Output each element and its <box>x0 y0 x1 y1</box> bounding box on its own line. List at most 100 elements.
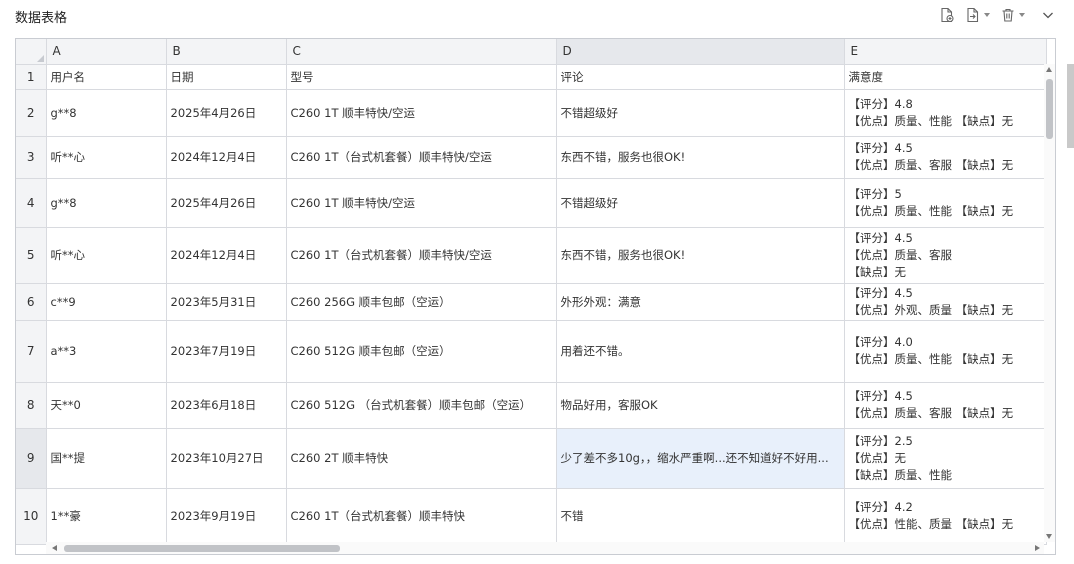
cell[interactable]: C260 1T（台式机套餐）顺丰特快/空运 <box>286 227 557 284</box>
row-header[interactable]: 10 <box>16 488 47 545</box>
cell[interactable]: 满意度 <box>844 64 1047 90</box>
cell[interactable]: 2023年5月31日 <box>166 283 287 321</box>
rating-line: 【评分】5 <box>848 186 902 201</box>
column-header[interactable]: E <box>844 39 1047 65</box>
table-row: 6 c**9 2023年5月31日 C260 256G 顺丰包邮（空运） 外形外… <box>16 283 1047 321</box>
row-header[interactable]: 4 <box>16 178 47 228</box>
satisfaction-cell[interactable]: 【评分】5 【优点】质量、性能 【缺点】无 <box>844 178 1047 228</box>
scroll-down-arrow-icon[interactable] <box>1046 534 1052 539</box>
delete-dropdown-caret-icon[interactable] <box>1019 13 1025 17</box>
horizontal-scroll-thumb[interactable] <box>64 545 340 552</box>
cell[interactable]: C260 1T 顺丰特快/空运 <box>286 89 557 137</box>
satisfaction-cell[interactable]: 【评分】4.2 【优点】性能、质量 【缺点】无 <box>844 488 1047 545</box>
satisfaction-cell[interactable]: 【评分】4.0 【优点】质量、性能 【缺点】无 <box>844 320 1047 383</box>
table-row: 2 g**8 2025年4月26日 C260 1T 顺丰特快/空运 不错超级好 … <box>16 89 1047 137</box>
table-row: 10 1**豪 2023年9月19日 C260 1T（台式机套餐）顺丰特快 不错… <box>16 488 1047 545</box>
satisfaction-cell[interactable]: 【评分】2.5 【优点】无 【缺点】质量、性能 <box>844 428 1047 489</box>
cell[interactable]: C260 1T（台式机套餐）顺丰特快/空运 <box>286 136 557 179</box>
cell[interactable]: C260 256G 顺丰包邮（空运） <box>286 283 557 321</box>
cell[interactable]: 不错超级好 <box>556 178 845 228</box>
selected-cell[interactable]: 少了差不多10g，，缩水严重啊...还不知道好不好用... <box>556 428 845 489</box>
row-header[interactable]: 8 <box>16 382 47 429</box>
cell[interactable]: 用户名 <box>46 64 167 90</box>
rating-line: 【评分】4.5 <box>848 230 913 245</box>
column-header[interactable]: B <box>166 39 287 65</box>
add-file-button[interactable] <box>938 5 956 25</box>
row-header[interactable]: 6 <box>16 283 47 321</box>
cell[interactable]: C260 1T 顺丰特快/空运 <box>286 178 557 228</box>
row-header[interactable]: 5 <box>16 227 47 284</box>
delete-button[interactable] <box>999 5 1026 25</box>
rating-line: 【评分】4.5 <box>848 141 913 155</box>
cell[interactable]: 2023年6月18日 <box>166 382 287 429</box>
cell[interactable]: 听**心 <box>46 227 167 284</box>
cell[interactable]: 天**0 <box>46 382 167 429</box>
cell[interactable]: 评论 <box>556 64 845 90</box>
satisfaction-cell[interactable]: 【评分】4.5 【优点】质量、客服 【缺点】无 <box>844 136 1047 179</box>
rating-line: 【评分】4.5 <box>848 285 913 300</box>
satisfaction-cell[interactable]: 【评分】4.8 【优点】质量、性能 【缺点】无 <box>844 89 1047 137</box>
row-header[interactable]: 9 <box>16 428 47 489</box>
cell[interactable]: 2025年4月26日 <box>166 89 287 137</box>
collapse-button[interactable] <box>1040 5 1056 25</box>
cell[interactable]: 外形外观：满意 <box>556 283 845 321</box>
column-header[interactable]: D <box>556 39 845 65</box>
satisfaction-cell[interactable]: 【评分】4.5 【优点】质量、客服 【缺点】无 <box>844 227 1047 284</box>
export-icon <box>967 7 979 23</box>
page-title: 数据表格 <box>15 11 68 26</box>
cell[interactable]: 2024年12月4日 <box>166 136 287 179</box>
cell[interactable]: 2024年12月4日 <box>166 227 287 284</box>
table-row: 4 g**8 2025年4月26日 C260 1T 顺丰特快/空运 不错超级好 … <box>16 178 1047 228</box>
cell[interactable]: 东西不错，服务也很OK! <box>556 227 845 284</box>
row-header[interactable]: 1 <box>16 64 47 90</box>
cell[interactable]: 不错超级好 <box>556 89 845 137</box>
scroll-left-arrow-icon[interactable] <box>52 545 57 551</box>
export-dropdown-caret-icon[interactable] <box>984 13 990 17</box>
cell[interactable]: g**8 <box>46 178 167 228</box>
cell[interactable]: 1**豪 <box>46 488 167 545</box>
satisfaction-cell[interactable]: 【评分】4.5 【优点】外观、质量 【缺点】无 <box>844 283 1047 321</box>
cell[interactable]: 东西不错，服务也很OK! <box>556 136 845 179</box>
data-grid: A B C D E 1 用户名 日期 型号 评论 满意度 2 g**8 2025… <box>16 39 1047 545</box>
cell[interactable]: 2023年10月27日 <box>166 428 287 489</box>
column-header[interactable]: A <box>46 39 167 65</box>
cell[interactable]: 国**提 <box>46 428 167 489</box>
add-file-icon <box>941 7 954 23</box>
table-row: 8 天**0 2023年6月18日 C260 512G （台式机套餐）顺丰包邮（… <box>16 382 1047 429</box>
rating-line: 【评分】4.8 <box>848 96 913 111</box>
scroll-up-arrow-icon[interactable] <box>1046 67 1052 72</box>
cell[interactable]: C260 1T（台式机套餐）顺丰特快 <box>286 488 557 545</box>
cell[interactable]: 2023年9月19日 <box>166 488 287 545</box>
cell[interactable]: 用着还不错。 <box>556 320 845 383</box>
rating-line: 【评分】4.5 <box>848 389 913 403</box>
row-header[interactable]: 2 <box>16 89 47 137</box>
row-header[interactable]: 3 <box>16 136 47 179</box>
vertical-scroll-thumb[interactable] <box>1046 79 1053 139</box>
cons-line: 【缺点】无 <box>848 264 907 279</box>
rating-line: 【评分】4.2 <box>848 500 913 514</box>
cell[interactable]: C260 2T 顺丰特快 <box>286 428 557 489</box>
cell[interactable]: C260 512G 顺丰包邮（空运） <box>286 320 557 383</box>
cell[interactable]: 物品好用，客服OK <box>556 382 845 429</box>
scroll-right-arrow-icon[interactable] <box>1035 545 1040 551</box>
horizontal-scrollbar[interactable] <box>46 542 1044 554</box>
export-button[interactable] <box>964 5 991 25</box>
cell[interactable]: g**8 <box>46 89 167 137</box>
cell[interactable]: a**3 <box>46 320 167 383</box>
cell[interactable]: 型号 <box>286 64 557 90</box>
cell[interactable]: c**9 <box>46 283 167 321</box>
satisfaction-cell[interactable]: 【评分】4.5 【优点】质量、客服 【缺点】无 <box>844 382 1047 429</box>
row-header[interactable]: 7 <box>16 320 47 383</box>
toolbar <box>938 4 1056 26</box>
cell[interactable]: 2023年7月19日 <box>166 320 287 383</box>
column-header[interactable]: C <box>286 39 557 65</box>
spreadsheet[interactable]: A B C D E 1 用户名 日期 型号 评论 满意度 2 g**8 2025… <box>15 38 1056 555</box>
cell[interactable]: 2025年4月26日 <box>166 178 287 228</box>
select-all-corner[interactable] <box>16 39 47 65</box>
cell[interactable]: 日期 <box>166 64 287 90</box>
cell[interactable]: 听**心 <box>46 136 167 179</box>
cell[interactable]: C260 512G （台式机套餐）顺丰包邮（空运） <box>286 382 557 429</box>
page-scrollbar-thumb[interactable] <box>1067 64 1074 148</box>
vertical-scrollbar[interactable] <box>1044 64 1055 542</box>
cell[interactable]: 不错 <box>556 488 845 545</box>
